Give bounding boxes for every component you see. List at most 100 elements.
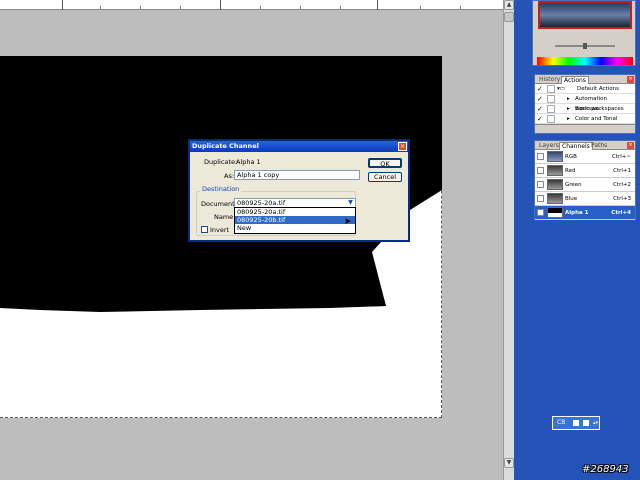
checkmark-icon[interactable]: ✓ [537,85,544,93]
channel-shortcut: Ctrl+~ [611,154,631,160]
ruler-minor-tick [460,6,461,9]
arrows-icon[interactable]: ▴▾ [593,417,598,429]
channel-thumbnail [547,165,563,176]
close-icon[interactable]: × [627,76,634,83]
dialog-toggle-box[interactable] [547,115,555,123]
vertical-scrollbar[interactable]: ▲ ▼ [503,0,514,480]
channel-name: Green [565,182,582,188]
eye-icon[interactable] [537,153,544,160]
navigator-panel [532,0,636,66]
action-row[interactable]: ✓ ▾▭ Default Actions [535,84,635,94]
navigator-zoom-slider[interactable] [537,43,633,49]
channel-row-green[interactable]: Green Ctrl+2 [535,178,635,192]
close-icon[interactable]: × [627,142,634,149]
action-row[interactable]: ✓ ▸ Automation workspa... [535,94,635,112]
ruler-major-tick [377,0,378,10]
eye-icon[interactable] [537,167,544,174]
scroll-thumb[interactable] [504,12,514,22]
channels-panel: Layers Channels Paths × RGB Ctrl+~ Red C… [534,140,636,220]
cancel-button[interactable]: Cancel [368,172,402,182]
expand-arrow-icon[interactable]: ▸ [567,114,570,124]
actions-tab-row: History Actions × [535,75,635,84]
dropdown-option[interactable]: New [235,224,355,232]
actions-panel: History Actions × ✓ ▾▭ Default Actions ✓… [534,74,636,134]
action-label: Basic workspaces [575,106,624,112]
ruler-minor-tick [260,6,261,9]
close-icon[interactable]: × [398,142,407,151]
channel-thumbnail [547,179,563,190]
channel-name: Blue [565,196,578,202]
ruler-major-tick [220,0,221,10]
expand-arrow-icon[interactable]: ▸ [567,94,570,104]
document-dropdown-list: 080925-20a.tif 080925-20b.tif New [234,207,356,234]
color-spectrum-swatch[interactable] [537,57,633,65]
ruler-minor-tick [420,6,421,9]
ok-button[interactable]: OK [368,158,402,168]
tab-actions[interactable]: Actions [561,76,589,84]
channel-row-rgb[interactable]: RGB Ctrl+~ [535,150,635,164]
tool-options-bar[interactable]: CB ▴▾ [552,416,600,430]
channel-name: RGB [565,154,577,160]
ruler-minor-tick [340,6,341,9]
eye-icon[interactable] [537,195,544,202]
duplicate-label: Duplicate: [204,158,238,166]
invert-checkbox[interactable] [201,226,208,233]
channel-shortcut: Ctrl+1 [613,168,631,174]
expand-arrow-icon[interactable]: ▸ [567,104,570,114]
panel-dock [514,0,640,480]
channel-thumbnail [547,207,563,218]
channel-name: Red [565,168,576,174]
ruler-minor-tick [100,6,101,9]
checkmark-icon[interactable]: ✓ [537,95,544,103]
dialog-toggle-box[interactable] [547,95,555,103]
document-label: Document: [201,200,237,208]
destination-legend: Destination [200,185,242,193]
watermark: #268943 [582,464,629,475]
dropdown-option-selected[interactable]: 080925-20b.tif [235,216,355,224]
channel-thumbnail [547,151,563,162]
as-input[interactable]: Alpha 1 copy [234,170,360,180]
tab-paths[interactable]: Paths [589,142,609,150]
as-label: As: [224,172,235,180]
channel-shortcut: Ctrl+3 [613,196,631,202]
help-icon[interactable] [583,420,589,426]
action-label: Default Actions [577,86,619,92]
dialog-title: Duplicate Channel [190,141,408,152]
eye-icon[interactable] [537,181,544,188]
zoom-knob[interactable] [583,43,587,49]
action-row[interactable]: ✓ ▸ Basic workspaces [535,104,635,114]
name-label: Name [214,213,234,221]
document-select-value: 080925-20a.tif [237,199,286,207]
dialog-toggle-box[interactable] [547,105,555,113]
duplicate-channel-dialog: Duplicate Channel × Duplicate: Alpha 1 A… [188,139,410,242]
channel-shortcut: Ctrl+4 [611,210,631,216]
channel-shortcut: Ctrl+2 [613,182,631,188]
dropdown-option[interactable]: 080925-20a.tif [235,208,355,216]
dialog-toggle-box[interactable] [547,85,555,93]
channels-tab-row: Layers Channels Paths × [535,141,635,150]
checkmark-icon[interactable]: ✓ [537,105,544,113]
eye-icon[interactable] [537,209,544,216]
tab-layers[interactable]: Layers [537,142,561,150]
scroll-up-icon[interactable]: ▲ [504,0,514,10]
mode-icon[interactable] [573,420,579,426]
navigator-thumbnail[interactable] [538,1,632,29]
channel-name: Alpha 1 [565,210,589,216]
folder-icon: ▾▭ [557,86,565,92]
dropdown-arrow-icon[interactable]: ▼ [346,199,355,207]
scroll-down-icon[interactable]: ▼ [504,458,514,468]
checkmark-icon[interactable]: ✓ [537,115,544,123]
invert-label: Invert [210,226,230,234]
tool-options-label: CB [557,419,566,426]
channel-thumbnail [547,193,563,204]
ruler-major-tick [62,0,63,10]
channel-row-blue[interactable]: Blue Ctrl+3 [535,192,635,206]
tab-channels[interactable]: Channels [559,142,593,150]
ruler-minor-tick [140,6,141,9]
tab-history[interactable]: History [537,76,562,84]
channel-row-red[interactable]: Red Ctrl+1 [535,164,635,178]
duplicate-value: Alpha 1 [236,158,261,166]
channel-row-alpha-1[interactable]: Alpha 1 Ctrl+4 [535,206,635,220]
cursor-icon: ➤ [344,217,352,227]
action-row[interactable]: ✓ ▸ Color and Tonal Corr... [535,114,635,132]
